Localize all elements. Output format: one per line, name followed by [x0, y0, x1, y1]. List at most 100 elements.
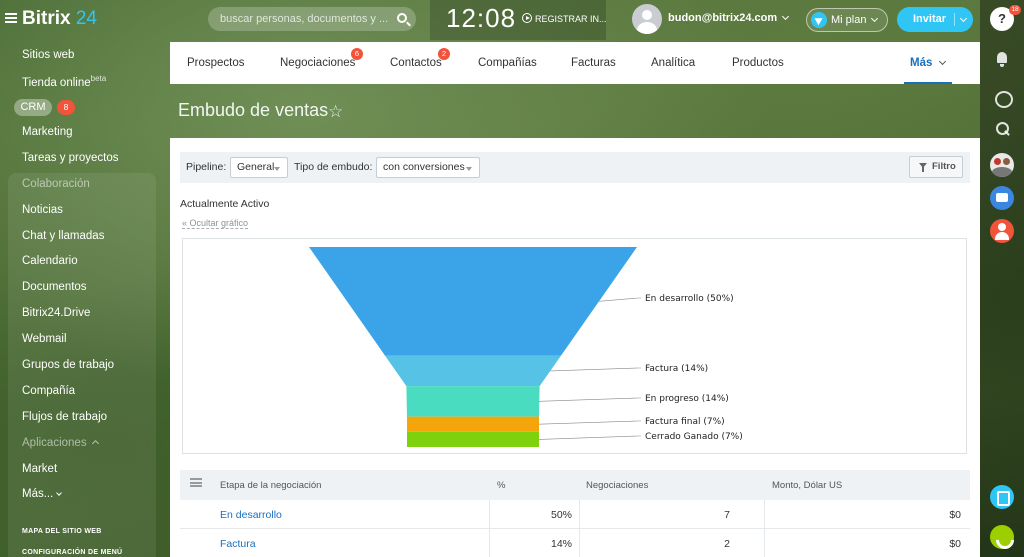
contacts-icon[interactable]	[990, 153, 1014, 177]
sidebar-item-marketing[interactable]: Marketing	[22, 126, 73, 138]
tab-deals[interactable]: Negociaciones	[280, 57, 355, 69]
leader-line	[538, 435, 641, 440]
search-icon[interactable]	[990, 117, 1014, 141]
sidebar-item-calendar[interactable]: Calendario	[22, 255, 78, 267]
sitemap-link[interactable]: MAPA DEL SITIO WEB	[22, 528, 102, 535]
divider	[954, 13, 955, 26]
funnel-stage[interactable]	[407, 416, 539, 432]
search-placeholder: buscar personas, documentos y ...	[220, 13, 389, 25]
sidebar-item-more[interactable]: Más...	[22, 488, 63, 500]
tab-leads[interactable]: Prospectos	[187, 57, 245, 69]
tab-companies[interactable]: Compañías	[478, 57, 537, 69]
tab-contacts[interactable]: Contactos	[390, 57, 442, 69]
deals-cell: 7	[724, 509, 730, 521]
funnel-chart: En desarrollo (50%) Factura (14%) En progr…	[182, 238, 967, 454]
sidebar-item-market[interactable]: Market	[22, 463, 57, 475]
column-deals[interactable]: Negociaciones	[586, 480, 648, 491]
funnel-stage[interactable]	[309, 247, 637, 356]
divider	[579, 529, 580, 557]
group-chat-icon[interactable]	[990, 186, 1014, 210]
chevron-down-icon[interactable]	[959, 14, 968, 23]
username: budon@bitrix24.com	[668, 12, 778, 24]
sidebar-item-documents[interactable]: Documentos	[22, 281, 87, 293]
funnel-label: Factura final (7%)	[645, 417, 725, 427]
funnel-type-value: con conversiones	[383, 161, 465, 173]
sidebar-item-shop[interactable]: Tienda onlinebeta	[22, 74, 106, 89]
deals-badge: 6	[351, 48, 363, 60]
register-label: REGISTRAR IN...	[535, 14, 607, 24]
bell-icon[interactable]	[990, 47, 1014, 71]
funnel-svg: En desarrollo (50%) Factura (14%) En progr…	[309, 247, 743, 447]
play-icon	[522, 13, 532, 23]
star-icon[interactable]: ☆	[328, 102, 343, 122]
sidebar-item-news[interactable]: Noticias	[22, 204, 63, 216]
funnel-type-select[interactable]: con conversiones	[376, 157, 480, 178]
crm-counter-badge: 8	[57, 100, 75, 115]
avatar[interactable]	[632, 4, 662, 34]
pipeline-select[interactable]: General	[230, 157, 288, 178]
leader-line	[598, 297, 641, 302]
sidebar-item-crm[interactable]: CRM	[14, 99, 52, 116]
active-tab-indicator	[904, 82, 952, 84]
clock[interactable]: 12:08	[446, 3, 516, 34]
sidebar-item-webmail[interactable]: Webmail	[22, 333, 67, 345]
sidebar-item-chat[interactable]: Chat y llamadas	[22, 230, 104, 242]
filter-bar: Pipeline: General Tipo de embudo: con co…	[180, 152, 970, 183]
user-menu[interactable]: budon@bitrix24.com	[668, 12, 790, 24]
phone-icon[interactable]	[990, 525, 1014, 549]
leader-line	[538, 420, 641, 425]
sidebar-item-drive[interactable]: Bitrix24.Drive	[22, 307, 90, 319]
contacts-badge: 2	[438, 48, 450, 60]
column-settings-icon[interactable]	[190, 478, 202, 487]
my-plan-button[interactable]: Mi plan	[806, 8, 888, 32]
filter-icon	[919, 163, 927, 172]
divider	[489, 500, 490, 529]
table-row[interactable]: En desarrollo 50% 7 $0	[180, 500, 970, 529]
sidebar-item-workgroups[interactable]: Grupos de trabajo	[22, 359, 114, 371]
table-header: Etapa de la negociación % Negociaciones …	[180, 470, 970, 500]
search-icon[interactable]	[397, 13, 407, 23]
column-percent[interactable]: %	[497, 480, 505, 491]
sidebar-item-company[interactable]: Compañía	[22, 385, 75, 397]
hide-chart-link[interactable]: « Ocultar gráfico	[182, 218, 249, 229]
filter-button[interactable]: Filtro	[909, 156, 963, 178]
tab-invoices[interactable]: Facturas	[571, 57, 616, 69]
sidebar-item-workflows[interactable]: Flujos de trabajo	[22, 411, 107, 423]
chevron-down-icon	[871, 14, 879, 23]
deals-cell: 2	[724, 538, 730, 550]
tab-label: Más	[910, 57, 933, 69]
funnel-stage[interactable]	[406, 386, 540, 417]
feed-icon[interactable]	[990, 485, 1014, 509]
plan-label: Mi plan	[831, 14, 867, 26]
sidebar-item-tasks[interactable]: Tareas y proyectos	[22, 152, 119, 164]
leader-line	[550, 367, 641, 372]
invite-button[interactable]: Invitar	[897, 7, 973, 32]
percent-cell: 50%	[550, 509, 572, 521]
logo[interactable]: Bitrix 24	[22, 8, 97, 30]
sidebar-item-sites[interactable]: Sitios web	[22, 49, 74, 61]
sidebar-group-collaboration[interactable]: Colaboración	[22, 178, 90, 190]
column-stage[interactable]: Etapa de la negociación	[220, 480, 321, 491]
divider	[489, 529, 490, 557]
sidebar-item-label: Aplicaciones	[22, 437, 87, 449]
chat-icon[interactable]	[990, 86, 1014, 110]
column-amount[interactable]: Monto, Dólar US	[772, 480, 842, 491]
register-button[interactable]: REGISTRAR IN...	[522, 13, 607, 24]
percent-cell: 14%	[550, 538, 572, 550]
menu-icon[interactable]	[5, 13, 17, 23]
stage-link[interactable]: Factura	[220, 538, 256, 550]
funnel-stage[interactable]	[407, 431, 539, 447]
sidebar-group-applications[interactable]: Aplicaciones	[22, 437, 99, 449]
tab-analytics[interactable]: Analítica	[651, 57, 695, 69]
table-row[interactable]: Factura 14% 2 $0	[180, 529, 970, 557]
tab-more[interactable]: Más	[910, 57, 947, 69]
search-input[interactable]: buscar personas, documentos y ...	[208, 7, 416, 31]
logo-number: 24	[75, 8, 97, 29]
menu-settings-link[interactable]: CONFIGURACIÓN DE MENÚ	[22, 549, 122, 556]
funnel-stage[interactable]	[385, 355, 561, 387]
user-icon[interactable]	[990, 219, 1014, 243]
tab-products[interactable]: Productos	[732, 57, 784, 69]
stage-link[interactable]: En desarrollo	[220, 509, 282, 521]
funnel-type-label: Tipo de embudo:	[294, 161, 373, 173]
section-title: Actualmente Activo	[180, 198, 270, 210]
